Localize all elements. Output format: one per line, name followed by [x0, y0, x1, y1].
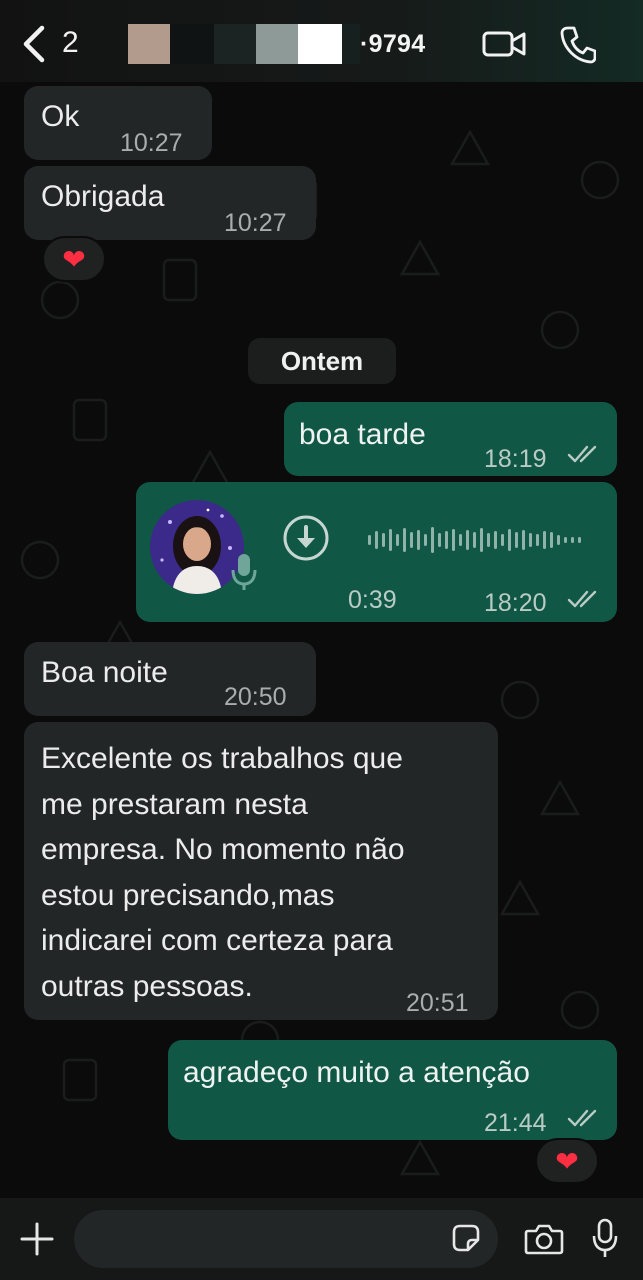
- waveform-bar: [459, 534, 462, 546]
- wallpaper-doodle: [449, 129, 491, 166]
- wallpaper-doodle: [540, 310, 580, 350]
- message-bubble-incoming[interactable]: Excelente os trabalhos que me prestaram …: [24, 722, 498, 1020]
- message-bubble-outgoing[interactable]: boa tarde 18:19: [284, 402, 617, 476]
- message-line: me prestaram nesta: [41, 787, 308, 821]
- waveform-bar: [473, 532, 476, 548]
- wallpaper-doodle: [40, 280, 80, 320]
- phone-icon[interactable]: [560, 24, 596, 64]
- waveform-bar: [557, 535, 560, 545]
- waveform-bar: [375, 531, 378, 549]
- message-text: Boa noite: [41, 656, 168, 689]
- camera-icon[interactable]: [524, 1222, 564, 1256]
- waveform-bar: [424, 534, 427, 546]
- message-time: 18:20: [484, 589, 547, 617]
- audio-waveform[interactable]: [366, 522, 590, 558]
- video-camera-icon[interactable]: [482, 28, 526, 60]
- message-line: indicarei com certeza para: [41, 924, 393, 957]
- read-receipt-icon: [567, 1109, 597, 1127]
- wallpaper-doodle: [580, 160, 620, 200]
- heart-icon: ❤: [62, 243, 86, 275]
- waveform-bar: [543, 531, 546, 549]
- message-line: outras pessoas.: [41, 969, 253, 1003]
- heart-reaction[interactable]: ❤: [535, 1138, 599, 1184]
- wallpaper-doodle: [20, 540, 60, 580]
- waveform-bar: [508, 529, 511, 551]
- message-time: 18:19: [484, 445, 547, 473]
- message-line: estou precisando,mas: [41, 878, 335, 912]
- wallpaper-doodle: [560, 990, 600, 1030]
- message-time: 10:27: [120, 129, 183, 157]
- read-receipt-icon: [567, 590, 597, 608]
- waveform-bar: [445, 531, 448, 549]
- message-bubble-outgoing[interactable]: agradeço muito a atenção 21:44: [168, 1040, 617, 1140]
- message-bubble-incoming[interactable]: Boa noite 20:50: [24, 642, 316, 716]
- waveform-bar: [403, 528, 406, 552]
- waveform-bar: [571, 537, 574, 543]
- day-divider: Ontem: [248, 338, 396, 384]
- waveform-bar: [417, 530, 420, 550]
- message-time: 20:50: [224, 683, 287, 711]
- waveform-bar: [368, 535, 371, 545]
- waveform-bar: [410, 532, 413, 548]
- message-time: 10:27: [224, 209, 287, 237]
- message-input[interactable]: [74, 1210, 498, 1268]
- chevron-left-icon[interactable]: [18, 24, 50, 64]
- message-text: agradeço muito a atenção: [183, 1056, 530, 1089]
- message-text-block: Excelente os trabalhos que me prestaram …: [41, 736, 405, 1009]
- waveform-bar: [396, 534, 399, 546]
- waveform-bar: [389, 529, 392, 551]
- contact-name-redacted[interactable]: [128, 24, 360, 64]
- unread-back-count[interactable]: 2: [62, 26, 79, 60]
- waveform-bar: [480, 528, 483, 552]
- waveform-bar: [515, 532, 518, 548]
- waveform-bar: [501, 534, 504, 546]
- message-text: boa tarde: [299, 418, 426, 451]
- wallpaper-doodle: [500, 680, 540, 720]
- voice-duration: 0:39: [348, 586, 397, 614]
- message-time: 20:51: [406, 989, 469, 1017]
- waveform-bar: [452, 529, 455, 551]
- waveform-bar: [522, 530, 525, 550]
- heart-icon: ❤: [555, 1145, 579, 1177]
- waveform-bar: [487, 533, 490, 547]
- message-bubble-incoming[interactable]: Ok 10:27: [24, 86, 212, 160]
- waveform-bar: [529, 533, 532, 547]
- message-text: Ok: [41, 100, 80, 133]
- waveform-bar: [431, 527, 434, 553]
- wallpaper-doodle: [189, 449, 231, 486]
- wallpaper-doodle: [399, 1139, 441, 1176]
- message-bubble-incoming[interactable]: Obrigada 10:27: [24, 166, 316, 240]
- waveform-bar: [466, 530, 469, 550]
- waveform-bar: [438, 533, 441, 547]
- wallpaper-doodle: [499, 879, 541, 916]
- waveform-bar: [382, 533, 385, 547]
- sticker-icon[interactable]: [450, 1222, 482, 1254]
- waveform-bar: [536, 534, 539, 546]
- microphone-icon[interactable]: [592, 1218, 618, 1258]
- heart-reaction[interactable]: ❤: [42, 236, 106, 282]
- waveform-bar: [578, 537, 581, 543]
- plus-icon[interactable]: [20, 1222, 54, 1256]
- wallpaper-doodle: [72, 398, 108, 442]
- message-text: Obrigada: [41, 180, 165, 213]
- message-time: 21:44: [484, 1109, 547, 1137]
- waveform-bar: [564, 537, 567, 543]
- download-icon[interactable]: [282, 514, 330, 562]
- waveform-bar: [550, 532, 553, 548]
- microphone-icon: [231, 554, 257, 590]
- wallpaper-doodle: [62, 1058, 98, 1102]
- wallpaper-doodle: [539, 779, 581, 816]
- contact-phone-suffix[interactable]: ·9794: [360, 30, 425, 59]
- read-receipt-icon: [567, 445, 597, 463]
- wallpaper-doodle: [399, 239, 441, 276]
- message-line: Excelente os trabalhos que: [41, 742, 403, 775]
- wallpaper-doodle: [162, 258, 198, 302]
- message-line: empresa. No momento não: [41, 833, 405, 866]
- waveform-bar: [494, 531, 497, 549]
